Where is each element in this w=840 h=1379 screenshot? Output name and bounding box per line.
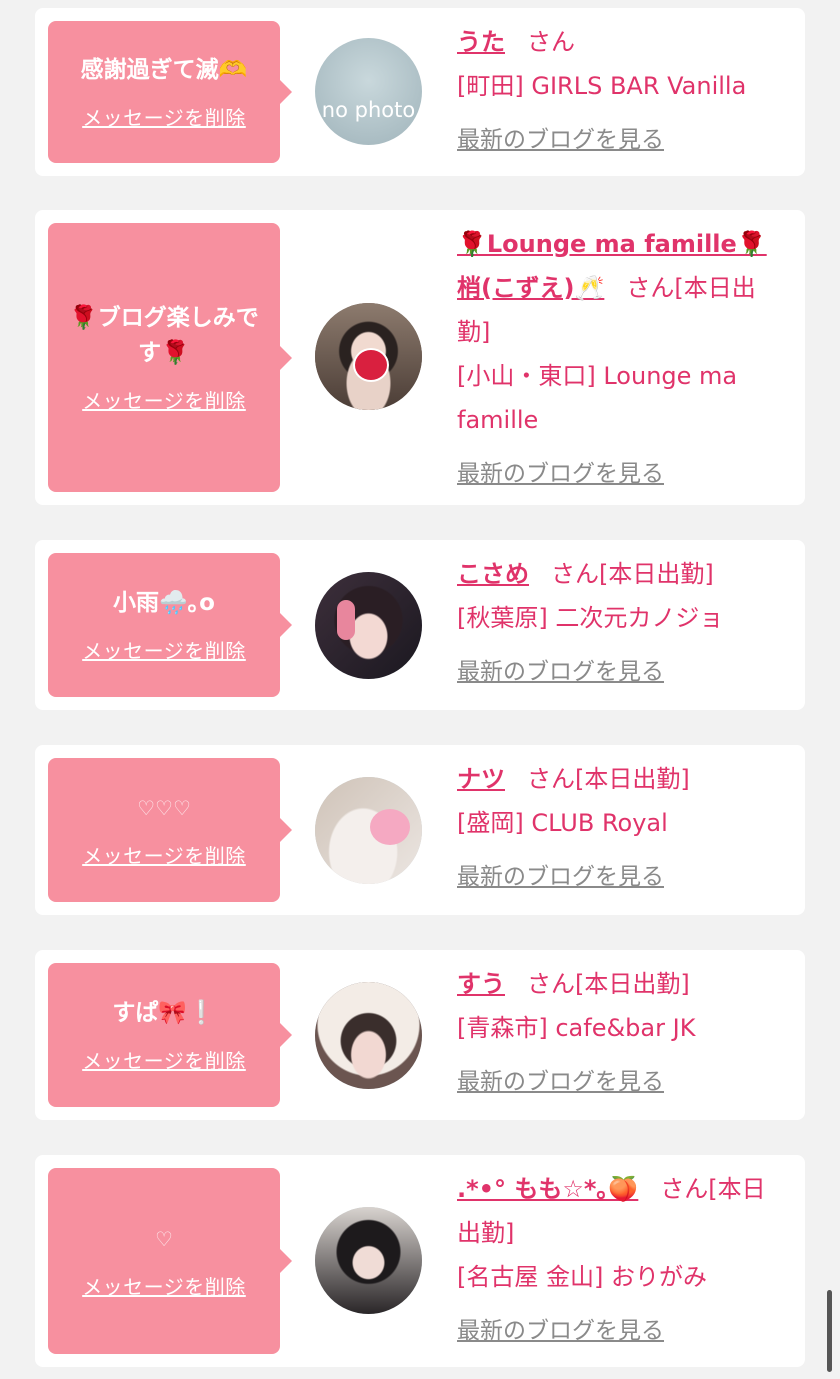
message-bubble: 感謝過ぎて滅🫶 メッセージを削除 — [48, 21, 292, 163]
avatar[interactable]: no photo — [315, 38, 422, 145]
girl-name-link[interactable]: すう — [457, 970, 505, 998]
honorific: さん — [527, 28, 575, 56]
latest-blog-link[interactable]: 最新のブログを見る — [457, 1309, 787, 1353]
message-text: 小雨🌧️｡o — [113, 590, 215, 616]
message-text: 🌹ブログ楽しみです🌹 — [69, 305, 259, 366]
message-text: 感謝過ぎて滅🫶 — [80, 57, 248, 83]
girl-name-link[interactable]: ナツ — [457, 765, 505, 793]
message-card: 🌹ブログ楽しみです🌹 メッセージを削除 🌹Lounge ma famille🌹梢… — [35, 210, 805, 505]
girl-name-link[interactable]: こさめ — [457, 560, 529, 588]
girl-name-link[interactable]: うた — [457, 28, 505, 56]
avatar[interactable] — [315, 1207, 422, 1314]
message-text: ♡ — [155, 1227, 173, 1251]
message-card: ♡ メッセージを削除 .*•° もも☆*｡🍑 さん[本日出勤] [名古屋 金山] … — [35, 1155, 805, 1367]
honorific: さん[本日出勤] — [551, 560, 714, 588]
honorific: さん[本日出勤] — [527, 970, 690, 998]
girl-info: 🌹Lounge ma famille🌹梢(こずえ)🥂 さん[本日出勤] [小山・東… — [457, 222, 787, 496]
message-card: ♡♡♡ メッセージを削除 ナツ さん[本日出勤] [盛岡] CLUB Royal … — [35, 745, 805, 915]
message-bubble: 🌹ブログ楽しみです🌹 メッセージを削除 — [48, 223, 292, 492]
message-card: 感謝過ぎて滅🫶 メッセージを削除 no photo うた さん [町田] GIRL… — [35, 8, 805, 176]
girl-name-link[interactable]: .*•° もも☆*｡🍑 — [457, 1175, 638, 1203]
shop-name: [名古屋 金山] おりがみ — [457, 1263, 707, 1291]
shop-name: [小山・東口] Lounge ma famille — [457, 362, 738, 434]
message-bubble: すぱ🎀❕ メッセージを削除 — [48, 963, 292, 1107]
message-bubble: 小雨🌧️｡o メッセージを削除 — [48, 553, 292, 697]
message-text: すぱ🎀❕ — [112, 1000, 216, 1026]
girl-info: うた さん [町田] GIRLS BAR Vanilla 最新のブログを見る — [457, 20, 787, 162]
no-photo-label: no photo — [321, 98, 416, 122]
delete-message-link[interactable]: メッセージを削除 — [82, 102, 246, 131]
message-text: ♡♡♡ — [137, 796, 191, 820]
shop-name: [秋葉原] 二次元カノジョ — [457, 604, 724, 632]
hair-highlight — [337, 600, 355, 640]
heart-sticker-icon — [370, 809, 410, 845]
latest-blog-link[interactable]: 最新のブログを見る — [457, 650, 787, 694]
message-bubble: ♡ メッセージを削除 — [48, 1168, 292, 1354]
delete-message-link[interactable]: メッセージを削除 — [82, 840, 246, 869]
latest-blog-link[interactable]: 最新のブログを見る — [457, 118, 787, 162]
delete-message-link[interactable]: メッセージを削除 — [82, 1045, 246, 1074]
girl-info: .*•° もも☆*｡🍑 さん[本日出勤] [名古屋 金山] おりがみ 最新のブログ… — [457, 1167, 787, 1353]
girl-info: すう さん[本日出勤] [青森市] cafe&bar JK 最新のブログを見る — [457, 962, 787, 1104]
latest-blog-link[interactable]: 最新のブログを見る — [457, 1060, 787, 1104]
shop-name: [盛岡] CLUB Royal — [457, 809, 668, 837]
shop-name: [青森市] cafe&bar JK — [457, 1014, 696, 1042]
scrollbar[interactable] — [827, 1290, 832, 1372]
avatar[interactable] — [315, 572, 422, 679]
delete-message-link[interactable]: メッセージを削除 — [82, 385, 246, 414]
avatar[interactable] — [315, 777, 422, 884]
message-card: 小雨🌧️｡o メッセージを削除 こさめ さん[本日出勤] [秋葉原] 二次元カノジ… — [35, 540, 805, 710]
girl-info: こさめ さん[本日出勤] [秋葉原] 二次元カノジョ 最新のブログを見る — [457, 552, 787, 694]
delete-message-link[interactable]: メッセージを削除 — [82, 635, 246, 664]
heart-sticker-icon — [353, 348, 389, 382]
message-card: すぱ🎀❕ メッセージを削除 すう さん[本日出勤] [青森市] cafe&bar … — [35, 950, 805, 1120]
delete-message-link[interactable]: メッセージを削除 — [82, 1271, 246, 1300]
message-bubble: ♡♡♡ メッセージを削除 — [48, 758, 292, 902]
girl-info: ナツ さん[本日出勤] [盛岡] CLUB Royal 最新のブログを見る — [457, 757, 787, 899]
avatar[interactable] — [315, 982, 422, 1089]
shop-name: [町田] GIRLS BAR Vanilla — [457, 72, 747, 100]
latest-blog-link[interactable]: 最新のブログを見る — [457, 452, 787, 496]
honorific: さん[本日出勤] — [527, 765, 690, 793]
latest-blog-link[interactable]: 最新のブログを見る — [457, 855, 787, 899]
avatar[interactable] — [315, 303, 422, 410]
